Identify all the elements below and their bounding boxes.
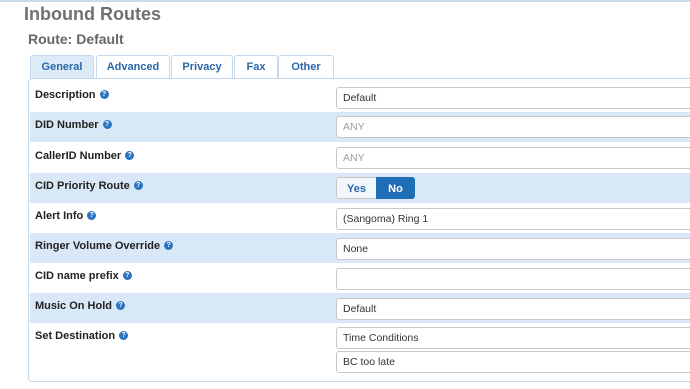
question-circle-icon[interactable]: ? [133,180,143,190]
alert-info-select[interactable]: (Sangoma) Ring 1 [336,208,690,230]
route-title: Route: Default [28,31,124,47]
question-circle-icon[interactable]: ? [99,89,109,99]
tab-advanced[interactable]: Advanced [96,55,170,78]
row-music-on-hold: Music On Hold? Default [30,293,690,323]
description-label: Description? [35,89,109,101]
music-on-hold-label: Music On Hold? [35,300,125,312]
did-number-label: DID Number? [35,119,112,131]
question-circle-icon[interactable]: ? [102,119,112,129]
question-circle-icon[interactable]: ? [122,270,132,280]
tab-other[interactable]: Other [278,55,334,78]
cid-priority-yes-button[interactable]: Yes [336,177,376,199]
top-border [0,0,690,2]
set-destination-label: Set Destination? [35,330,129,342]
cid-priority-label: CID Priority Route? [35,180,143,192]
ringer-volume-label: Ringer Volume Override? [35,240,174,252]
row-set-destination: Set Destination? Time Conditions BC too … [30,323,690,379]
tab-fax[interactable]: Fax [234,55,278,78]
row-alert-info: Alert Info? (Sangoma) Ring 1 [30,203,690,233]
question-circle-icon[interactable]: ? [116,300,125,310]
did-number-input[interactable]: ANY [336,116,690,138]
cid-name-prefix-input[interactable] [336,268,690,290]
destination-type-select[interactable]: Time Conditions [336,327,690,349]
description-input[interactable]: Default [336,87,690,109]
row-cid-name-prefix: CID name prefix? [30,263,690,293]
row-did-number: DID Number? ANY [30,112,690,142]
question-circle-icon[interactable]: ? [119,330,129,340]
page-title: Inbound Routes [24,4,161,24]
question-circle-icon[interactable]: ? [125,150,135,160]
tab-general[interactable]: General [30,55,94,79]
music-on-hold-select[interactable]: Default [336,298,690,320]
ringer-volume-select[interactable]: None [336,238,690,260]
cid-priority-no-button[interactable]: No [376,177,415,199]
row-ringer-volume: Ringer Volume Override? None [30,233,690,263]
tab-privacy[interactable]: Privacy [171,55,233,78]
row-cid-priority: CID Priority Route? Yes No [30,173,690,203]
question-circle-icon[interactable]: ? [87,210,97,220]
question-circle-icon[interactable]: ? [164,240,174,250]
row-description: Description? Default [30,82,690,112]
destination-target-select[interactable]: BC too late [336,351,690,373]
alert-info-label: Alert Info? [35,210,97,222]
row-callerid-number: CallerID Number? ANY [30,143,690,173]
general-panel: Description? Default DID Number? ANY Cal… [28,78,690,382]
callerid-number-label: CallerID Number? [35,150,135,162]
callerid-number-input[interactable]: ANY [336,147,690,169]
cid-name-prefix-label: CID name prefix? [35,270,132,282]
